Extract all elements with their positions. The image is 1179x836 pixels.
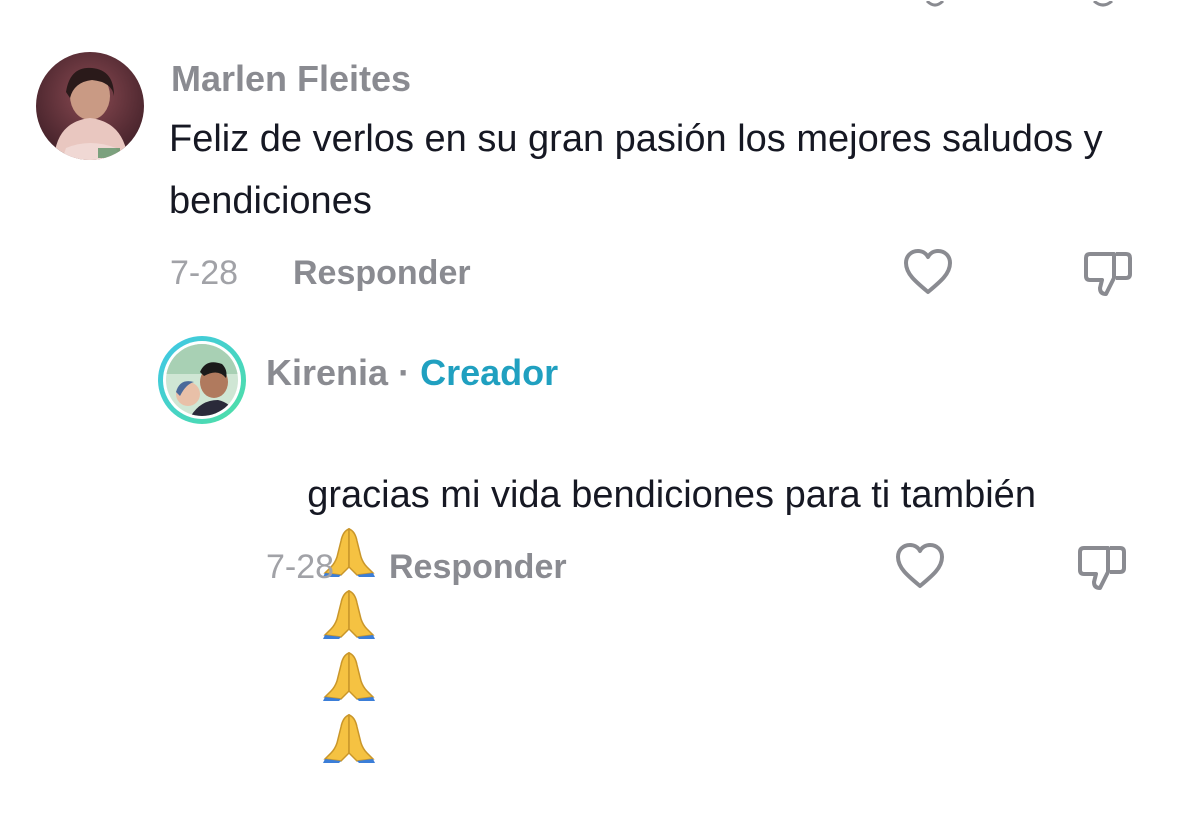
- comment-date: 7-28: [170, 254, 239, 292]
- reply-button[interactable]: Responder: [293, 254, 471, 293]
- folded-hands-icon: [307, 651, 377, 702]
- creator-badge: Creador: [420, 352, 559, 393]
- reply-text: gracias mi vida bendiciones para ti tamb…: [307, 474, 1036, 516]
- reply-author-line: Kirenia · Creador: [266, 352, 558, 394]
- folded-hands-icon: [307, 713, 377, 764]
- reply-button[interactable]: Responder: [389, 548, 567, 587]
- folded-hands-icon: [307, 589, 377, 640]
- reply-item: Kirenia · Creador gracias mi vida bendic…: [0, 320, 1179, 763]
- avatar[interactable]: [36, 52, 144, 160]
- heart-outline-icon[interactable]: [900, 244, 956, 300]
- comment-author-name[interactable]: Marlen Fleites: [171, 58, 411, 100]
- user-photo-icon: [158, 336, 246, 424]
- reply-author-name[interactable]: Kirenia: [266, 352, 388, 393]
- thumbs-down-outline-icon[interactable]: [1074, 538, 1130, 594]
- creator-avatar[interactable]: [156, 334, 248, 426]
- thumbs-down-outline-icon[interactable]: [1080, 244, 1136, 300]
- comment-text: Feliz de verlos en su gran pasión los me…: [169, 118, 1114, 222]
- heart-outline-icon[interactable]: [892, 538, 948, 594]
- comment-item: Marlen Fleites Feliz de verlos en su gra…: [0, 0, 1179, 320]
- reply-text-container: gracias mi vida bendiciones para ti tamb…: [265, 402, 1045, 836]
- separator-dot: ·: [398, 352, 411, 393]
- reply-date: 7-28: [266, 548, 335, 586]
- user-photo-icon: [36, 52, 144, 160]
